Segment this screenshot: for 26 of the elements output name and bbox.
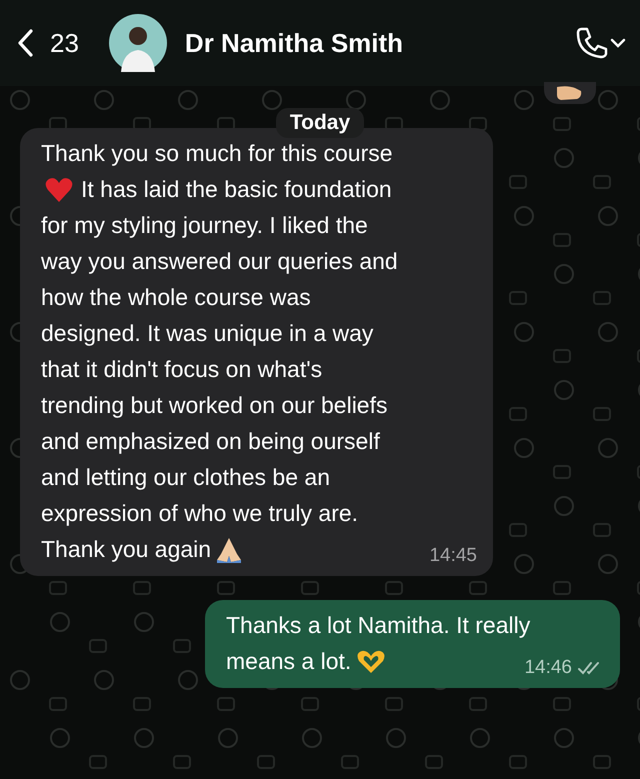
message-text: for my styling journey. I liked the	[41, 211, 368, 240]
heart-emoji-icon	[45, 177, 73, 203]
message-text: trending but worked on our beliefs	[41, 391, 388, 420]
back-button[interactable]: 23	[16, 28, 79, 58]
message-text: that it didn't focus on what's	[41, 355, 322, 384]
thumb-emoji-icon	[557, 85, 583, 101]
message-text: and letting our clothes be an	[41, 463, 330, 492]
message-text: Thanks a lot Namitha. It really	[226, 611, 530, 640]
message-text: and emphasized on being ourself	[41, 427, 380, 456]
avatar[interactable]	[108, 14, 167, 72]
message-bubble[interactable]: Thanks a lot Namitha. It really means a lot. 14:46	[205, 600, 620, 688]
message-text: Thank you so much for this course	[41, 139, 393, 168]
message-text: Thank you again	[41, 535, 212, 564]
date-divider: Today	[276, 108, 364, 138]
call-button[interactable]	[574, 26, 626, 60]
phone-icon	[574, 26, 626, 60]
contact-name[interactable]: Dr Namitha Smith	[184, 28, 574, 58]
message-text: way you answered our queries and	[41, 247, 398, 276]
back-chevron-icon	[16, 28, 34, 58]
message-text: It has laid the basic foundation	[81, 175, 392, 204]
message-text: designed. It was unique in a way	[41, 319, 374, 348]
message-time: 14:45	[429, 544, 477, 568]
message-text: how the whole course was	[41, 283, 311, 312]
message-time: 14:46	[524, 656, 572, 680]
message-text: means a lot.	[226, 647, 352, 676]
message-text: expression of who we truly are.	[41, 499, 358, 528]
